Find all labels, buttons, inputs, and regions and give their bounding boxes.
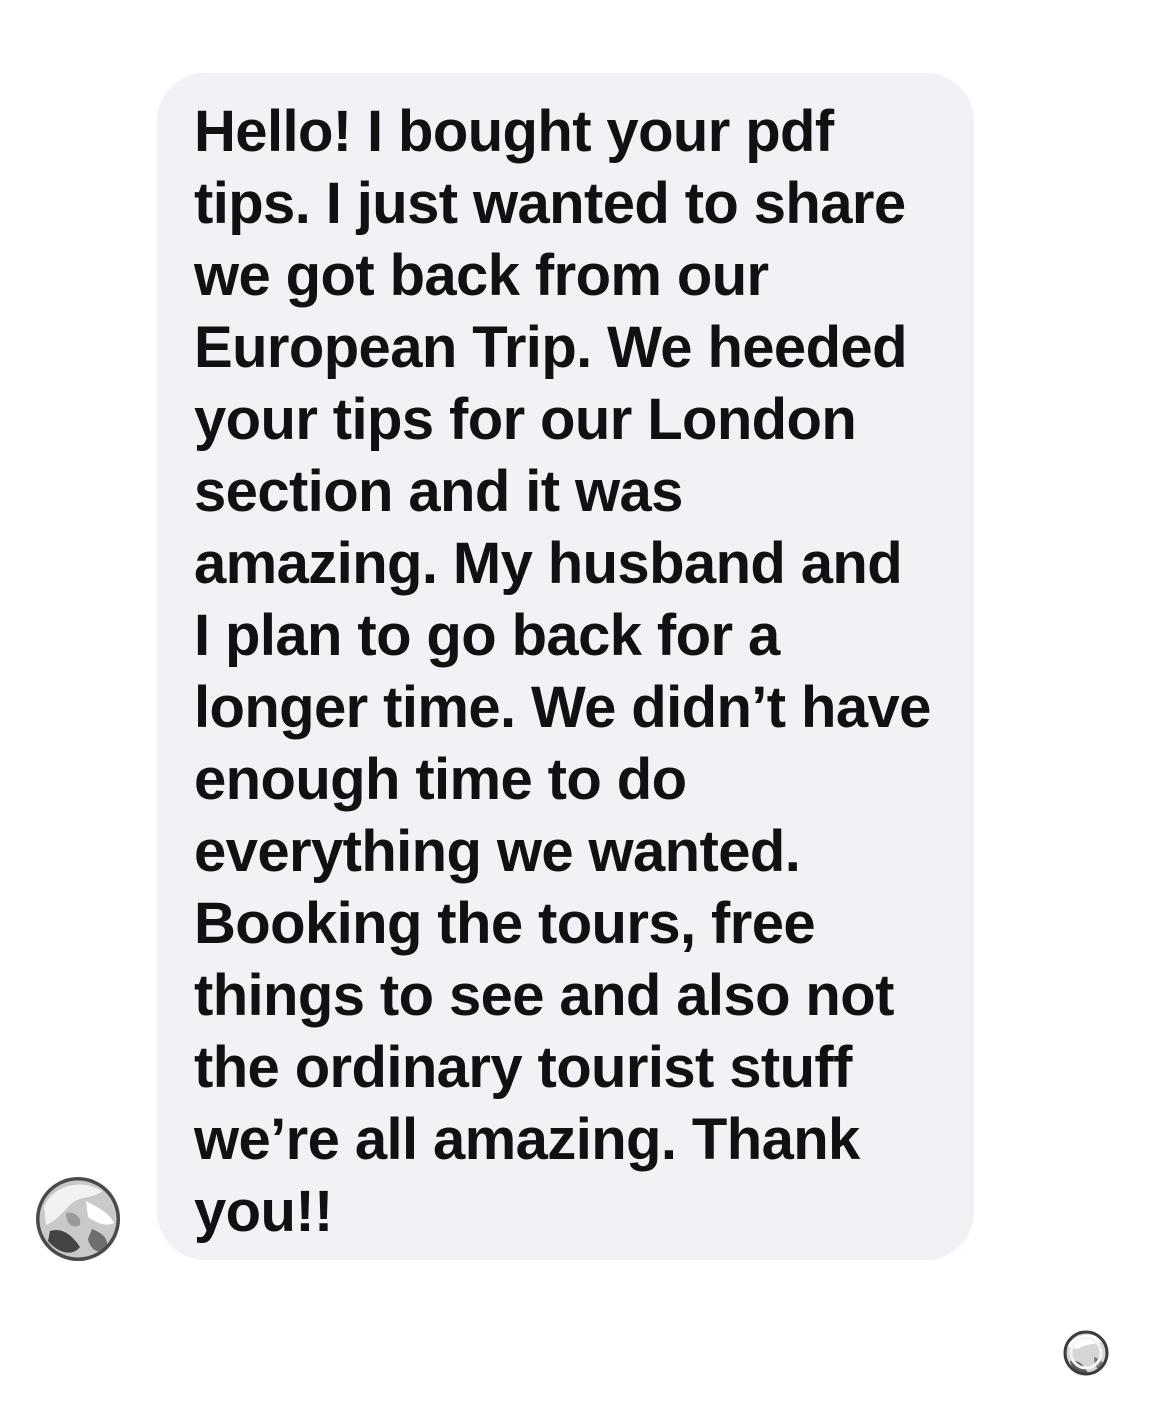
- read-receipt-icon: [1062, 1329, 1110, 1377]
- message-text-line: Booking the tours, free: [194, 891, 816, 956]
- message-text-line: section and it was: [194, 459, 683, 524]
- message-text-line: amazing. My husband and: [194, 531, 903, 596]
- message-text-line: things to see and also not: [194, 963, 894, 1028]
- message-text-line: the ordinary tourist stuff: [194, 1035, 852, 1100]
- message-text-line: we got back from our: [194, 243, 769, 308]
- message-text-line: European Trip. We heeded: [194, 315, 908, 380]
- message-text-line: longer time. We didn’t have: [194, 675, 931, 740]
- message-text-line: you!!: [194, 1179, 333, 1244]
- message-text-line: Hello! I bought your pdf: [194, 99, 834, 164]
- message-text-line: enough time to do: [194, 747, 687, 812]
- sender-avatar[interactable]: [36, 1177, 120, 1261]
- message-text-line: I plan to go back for a: [194, 603, 780, 668]
- message-thread: Hello! I bought your pdf tips. I just wa…: [0, 0, 1170, 1423]
- avatar-image: [36, 1177, 120, 1261]
- message-text-line: we’re all amazing. Thank: [194, 1107, 860, 1172]
- message-text-line: everything we wanted.: [194, 819, 801, 884]
- read-receipt-avatar-icon: [1063, 1330, 1109, 1376]
- incoming-message-bubble[interactable]: Hello! I bought your pdf tips. I just wa…: [157, 73, 974, 1260]
- message-text-line: tips. I just wanted to share: [194, 171, 906, 236]
- message-text-line: your tips for our London: [194, 387, 857, 452]
